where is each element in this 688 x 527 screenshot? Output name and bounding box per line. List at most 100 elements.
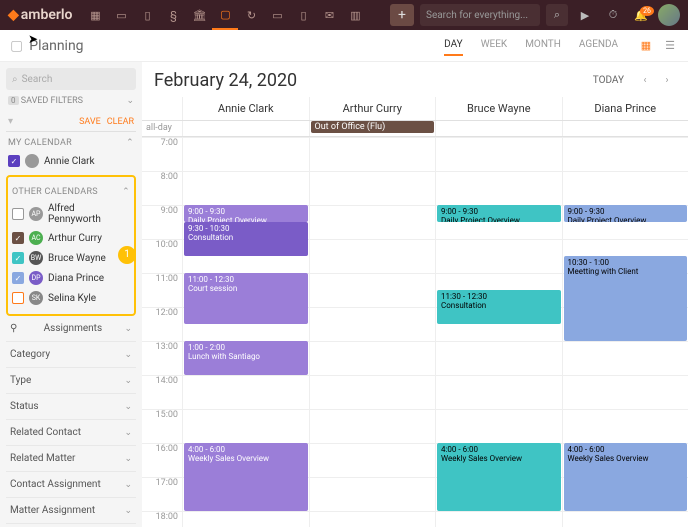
event-title: Daily Project Overview [441,216,557,222]
allday-cell[interactable] [562,121,688,136]
save-filter-link[interactable]: SAVE [79,117,101,127]
saved-filters-header[interactable]: 0 SAVED FILTERS ⌄ [6,90,136,112]
other-calendar-item[interactable]: ✓ AC Arthur Curry [10,228,132,248]
time-label: 7:00 [142,137,182,171]
nav-mail-icon[interactable]: ✉ [316,0,342,30]
calendar-event[interactable]: 10:30 - 1:00Meetting with Client [564,256,688,341]
list-view-icon[interactable]: ☰ [662,38,678,54]
global-search-input[interactable]: Search for everything... [420,4,540,26]
chevron-up-icon: ⌃ [122,187,130,197]
sidebar-search-placeholder: Search [22,74,53,85]
avatar-icon [25,154,39,168]
other-calendars-header[interactable]: OTHER CALENDARS ⌃ [10,181,132,200]
timer-icon[interactable]: ⏱ [602,4,624,26]
tab-agenda[interactable]: AGENDA [579,35,618,56]
tab-month[interactable]: MONTH [525,35,561,56]
calendar-event[interactable]: 9:00 - 9:30Daily Project Overview [437,205,561,222]
my-calendar-header[interactable]: MY CALENDAR ⌃ [6,132,136,151]
clear-filter-link[interactable]: CLEAR [107,117,134,127]
add-button[interactable]: + [390,4,414,26]
logo[interactable]: ◆amberlo [8,7,72,23]
next-arrow[interactable]: › [658,72,676,90]
calendar-checkbox[interactable] [12,208,24,220]
filter-section[interactable]: Created⌄ [6,523,136,527]
other-calendar-item[interactable]: AP Alfred Pennyworth [10,200,132,228]
time-gutter: 7:008:009:0010:0011:0012:0013:0014:0015:… [142,137,182,527]
filter-section[interactable]: Type⌄ [6,367,136,393]
prev-arrow[interactable]: ‹ [636,72,654,90]
allday-cell[interactable] [182,121,309,136]
time-label: 18:00 [142,511,182,527]
other-calendar-item[interactable]: SK Selina Kyle [10,288,132,308]
calendar-event[interactable]: 9:00 - 9:30Daily Project Overview [184,205,308,222]
calendar-checkbox[interactable]: ✓ [12,272,24,284]
event-title: Consultation [441,301,557,310]
nav-contacts-icon[interactable]: ▭ [108,0,134,30]
chevron-down-icon: ⌄ [124,428,132,438]
nav-billing-icon[interactable]: § [160,0,186,30]
filter-section[interactable]: Category⌄ [6,341,136,367]
day-column[interactable]: 9:00 - 9:30Daily Project Overview9:30 - … [182,137,309,527]
search-button[interactable]: ⌕ [546,4,568,26]
highlight-badge: 1 [118,246,136,264]
filter-icon[interactable]: ▾ [8,116,13,127]
saved-filters-count: 0 [8,96,19,105]
notifications-icon[interactable]: 🔔26 [630,4,652,26]
nav-calendar-icon[interactable]: ▢ [212,0,238,30]
calendar-checkbox[interactable] [12,292,24,304]
nav-time-icon[interactable]: ↻ [238,0,264,30]
allday-event[interactable]: Out of Office (Flu) [311,121,435,133]
assignments-icon: ⚲ [10,323,17,334]
calendar-event[interactable]: 11:30 - 12:30Consultation [437,290,561,324]
my-calendar-item[interactable]: ✓ Annie Clark [6,151,136,171]
nav-report-icon[interactable]: ▥ [342,0,368,30]
tab-day[interactable]: DAY [444,35,463,56]
filter-section[interactable]: ⚲Assignments⌄ [6,316,136,341]
page-header: ▢ Planning DAY WEEK MONTH AGENDA ▦ ☰ [0,30,688,62]
calendar-event[interactable]: 9:30 - 10:30Consultation [184,222,308,256]
day-column[interactable]: 9:00 - 9:30Daily Project Overview 10:30 -… [562,137,688,527]
nav-doc-icon[interactable]: ▯ [290,0,316,30]
tab-week[interactable]: WEEK [481,35,508,56]
nav-folder-icon[interactable]: ▭ [264,0,290,30]
filter-section[interactable]: Contact Assignment⌄ [6,471,136,497]
other-calendar-item[interactable]: ✓ BW Bruce Wayne [10,248,132,268]
calendar-checkbox[interactable]: ✓ [8,155,20,167]
time-label: 8:00 [142,171,182,205]
user-avatar[interactable] [658,4,680,26]
nav-matters-icon[interactable]: ▯ [134,0,160,30]
calendar-event[interactable]: 4:00 - 6:00Weekly Sales Overview [184,443,308,511]
avatar-icon: BW [29,251,43,265]
allday-cell[interactable] [435,121,562,136]
play-icon[interactable]: ▶ [574,4,596,26]
calendar-event[interactable]: 9:00 - 9:30Daily Project Overview [564,205,688,222]
nav-dashboard-icon[interactable]: ▦ [82,0,108,30]
event-time: 1:00 - 2:00 [188,343,304,352]
calendar-checkbox[interactable]: ✓ [12,252,24,264]
chevron-down-icon: ⌄ [124,454,132,464]
calendar-event[interactable]: 1:00 - 2:00Lunch with Santiago [184,341,308,375]
event-time: 4:00 - 6:00 [188,445,304,454]
calendar-event[interactable]: 11:00 - 12:30Court session [184,273,308,324]
calendar-checkbox[interactable]: ✓ [12,232,24,244]
calendar-event[interactable]: 4:00 - 6:00Weekly Sales Overview [564,443,688,511]
avatar-icon: AP [29,207,43,221]
calendar-header: February 24, 2020 TODAY ‹ › [142,62,688,97]
filter-section[interactable]: Related Matter⌄ [6,445,136,471]
nav-bank-icon[interactable]: 🏛 [186,0,212,30]
calendar-view-icon[interactable]: ▦ [638,38,654,54]
filter-section[interactable]: Status⌄ [6,393,136,419]
day-column[interactable]: 9:00 - 9:30Daily Project Overview 11:30 -… [435,137,562,527]
other-calendar-item[interactable]: ✓ DP Diana Prince [10,268,132,288]
filter-section[interactable]: Matter Assignment⌄ [6,497,136,523]
today-button[interactable]: TODAY [585,72,632,89]
filter-section[interactable]: Related Contact⌄ [6,419,136,445]
calendar-grid[interactable]: 7:008:009:0010:0011:0012:0013:0014:0015:… [142,137,688,527]
day-column[interactable] [309,137,436,527]
time-label: 16:00 [142,443,182,477]
allday-cell[interactable]: Out of Office (Flu) [309,121,436,136]
filter-label: Type [10,375,31,386]
filter-actions: ▾ SAVE CLEAR [6,112,136,132]
sidebar-search-input[interactable]: ⌕ Search [6,68,136,90]
calendar-event[interactable]: 4:00 - 6:00Weekly Sales Overview [437,443,561,511]
